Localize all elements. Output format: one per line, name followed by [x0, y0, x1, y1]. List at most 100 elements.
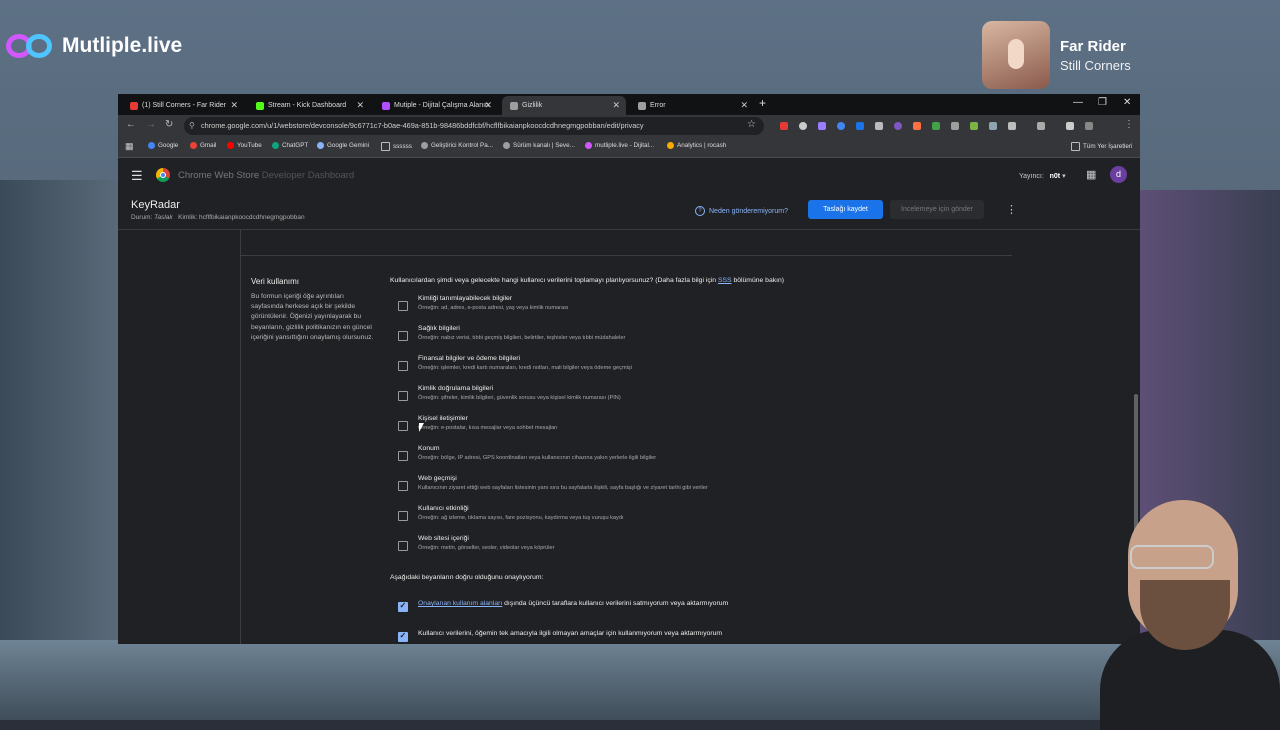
- bookmark-youtube[interactable]: YouTube: [227, 142, 262, 149]
- approved-uses-link[interactable]: Onaylanan kullanım alanları: [418, 600, 502, 607]
- divider: [240, 255, 1012, 256]
- tab-error[interactable]: Error ✕: [630, 96, 754, 115]
- section-title: Veri kullanımı: [251, 277, 300, 286]
- tab-label: Stream - Kick Dashboard: [268, 102, 347, 109]
- site-info-icon[interactable]: ⚲: [189, 121, 195, 130]
- reload-icon[interactable]: ↻: [165, 119, 173, 130]
- checkbox[interactable]: [398, 301, 408, 311]
- bookmark-google[interactable]: Google: [148, 142, 178, 149]
- webcam-streamer: [1100, 490, 1280, 730]
- bookmark-analytics[interactable]: Analytics | rocash: [667, 142, 726, 149]
- menu-dots-icon[interactable]: ⋮: [1124, 119, 1134, 130]
- gemini-icon: [317, 142, 324, 149]
- checkbox[interactable]: [398, 511, 408, 521]
- extension-icon[interactable]: [837, 122, 845, 130]
- all-bookmarks[interactable]: Tüm Yer İşaretleri: [1071, 142, 1132, 151]
- stream-logo: Mutliple.live: [6, 29, 182, 63]
- close-tab-icon[interactable]: ✕: [230, 100, 238, 111]
- close-tab-icon[interactable]: ✕: [740, 100, 748, 111]
- page-favicon-icon: [638, 101, 646, 110]
- extension-icon[interactable]: [856, 122, 864, 130]
- tab-privacy[interactable]: Gizlilik ✕: [502, 96, 626, 115]
- extension-icon[interactable]: [951, 122, 959, 130]
- minimize-icon[interactable]: —: [1073, 97, 1083, 108]
- checkbox[interactable]: [398, 361, 408, 371]
- bookmark-mutliple[interactable]: mutliple.live - Dijital...: [585, 142, 654, 149]
- tab-label: Error: [650, 102, 666, 109]
- extension-icon[interactable]: [875, 122, 883, 130]
- more-options-icon[interactable]: ⋮: [1006, 203, 1017, 216]
- close-tab-icon[interactable]: ✕: [484, 100, 492, 111]
- publisher-selector[interactable]: Yayıncı: n0t ▾: [1019, 172, 1066, 180]
- page-icon: [421, 142, 428, 149]
- checkbox[interactable]: [398, 421, 408, 431]
- now-playing-artist: Still Corners: [1060, 57, 1131, 73]
- profile-icon[interactable]: [1085, 122, 1093, 130]
- page-icon: [503, 142, 510, 149]
- tab-youtube[interactable]: (1) Still Corners - Far Rider ✕: [122, 96, 244, 115]
- restore-icon[interactable]: ❐: [1098, 97, 1107, 108]
- certification-title: Aşağıdaki beyanların doğru olduğunu onay…: [390, 574, 544, 581]
- page-favicon-icon: [510, 101, 518, 110]
- new-tab-icon[interactable]: +: [759, 96, 766, 110]
- why-cant-submit-link[interactable]: ? Neden gönderemiyorum?: [695, 206, 788, 216]
- translate-icon[interactable]: [1037, 122, 1045, 130]
- extension-icon[interactable]: [818, 122, 826, 130]
- extension-icon[interactable]: [970, 122, 978, 130]
- bookmark-star-icon[interactable]: ☆: [747, 119, 756, 130]
- now-playing-title: Far Rider: [1060, 37, 1126, 55]
- extensions-puzzle-icon[interactable]: [1008, 122, 1016, 130]
- mutliple-icon: [585, 142, 592, 149]
- gmail-icon: [190, 142, 197, 149]
- extension-icon[interactable]: [780, 122, 788, 130]
- tab-label: Mutiple - Dijital Çalışma Alanın: [394, 102, 489, 109]
- bookmark-chatgpt[interactable]: ChatGPT: [272, 142, 308, 149]
- checkbox[interactable]: [398, 481, 408, 491]
- apps-grid-icon[interactable]: ▦: [125, 141, 134, 152]
- extension-icon[interactable]: [894, 122, 902, 130]
- data-collection-question: Kullanıcılardan şimdi veya gelecekte han…: [390, 277, 785, 284]
- browser-toolbar: ← → ↻ ⚲ chrome.google.com/u/1/webstore/d…: [118, 115, 1140, 137]
- extension-icon[interactable]: [913, 122, 921, 130]
- bookmark-dev-console[interactable]: Geliştirici Kontrol Pa...: [421, 142, 493, 149]
- bookmark-gmail[interactable]: Gmail: [190, 142, 216, 149]
- submit-for-review-button[interactable]: İncelemeye için gönder: [890, 200, 984, 219]
- apps-grid-icon[interactable]: ▦: [1086, 168, 1096, 181]
- checkbox[interactable]: [398, 541, 408, 551]
- close-window-icon[interactable]: ✕: [1123, 97, 1131, 108]
- dashboard-header: ☰ Chrome Web Store Developer Dashboard Y…: [118, 158, 1140, 193]
- download-icon[interactable]: [1066, 122, 1074, 130]
- bookmark-gemini[interactable]: Google Gemini: [317, 142, 369, 149]
- checkbox[interactable]: [398, 391, 408, 401]
- bookmarks-bar: ▦ Google Gmail YouTube ChatGPT Google Ge…: [118, 137, 1140, 158]
- save-draft-button[interactable]: Taslağı kaydet: [808, 200, 883, 219]
- dashboard-title: Chrome Web Store Developer Dashboard: [178, 170, 355, 181]
- forward-icon[interactable]: →: [146, 119, 156, 130]
- extension-icon[interactable]: [932, 122, 940, 130]
- address-bar[interactable]: ⚲ chrome.google.com/u/1/webstore/devcons…: [184, 117, 764, 135]
- hamburger-menu-icon[interactable]: ☰: [131, 168, 143, 184]
- close-tab-icon[interactable]: ✕: [612, 100, 620, 111]
- album-cover: [982, 21, 1050, 89]
- bookmark-release-channel[interactable]: Sürüm kanalı | Seve...: [503, 142, 575, 149]
- back-icon[interactable]: ←: [126, 119, 136, 130]
- close-tab-icon[interactable]: ✕: [356, 100, 364, 111]
- bookmark-folder[interactable]: ssssss: [381, 142, 412, 151]
- mutiple-favicon-icon: [382, 101, 390, 110]
- section-description: Bu formun içeriği öğe ayrıntıları sayfas…: [251, 293, 374, 341]
- background-sea: [0, 640, 1280, 720]
- extension-icon[interactable]: [989, 122, 997, 130]
- checkbox-checked[interactable]: [398, 601, 408, 612]
- extension-icon[interactable]: [799, 122, 807, 130]
- item-status: Durum: Taslak Kimlik: hcflfbikaianpkoocd…: [131, 214, 305, 221]
- tab-label: (1) Still Corners - Far Rider: [142, 102, 227, 109]
- avatar[interactable]: d: [1110, 166, 1127, 183]
- checkbox[interactable]: [398, 331, 408, 341]
- tab-mutiple[interactable]: Mutiple - Dijital Çalışma Alanın ✕: [374, 96, 498, 115]
- checkbox[interactable]: [398, 451, 408, 461]
- chrome-web-store-logo-icon[interactable]: [156, 168, 170, 182]
- google-icon: [148, 142, 155, 149]
- faq-link[interactable]: SSS: [718, 277, 732, 284]
- tab-kick[interactable]: Stream - Kick Dashboard ✕: [248, 96, 370, 115]
- checkbox-checked[interactable]: [398, 631, 408, 642]
